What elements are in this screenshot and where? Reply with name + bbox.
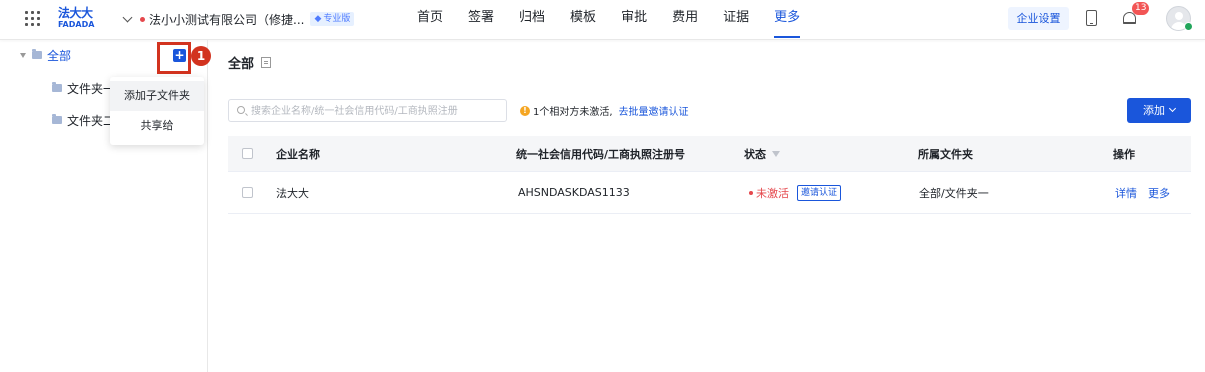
top-navigation-bar: 法大大 FADADA 法小小测试有限公司（修捷... ◆ 专业版 首页 签署 归… (0, 0, 1205, 40)
batch-invite-link[interactable]: 去批量邀请认证 (619, 103, 689, 118)
menu-item-share[interactable]: 共享给 (110, 111, 204, 141)
tree-item-root[interactable]: 全部 (20, 45, 71, 65)
annotation-highlight-box (157, 42, 191, 74)
tree-item-label: 文件夹一 (67, 81, 116, 96)
table-header: 企业名称 统一社会信用代码/工商执照注册号 状态 所属文件夹 操作 (228, 136, 1191, 172)
select-all-checkbox[interactable] (242, 148, 253, 159)
credit-code-cell: AHSNDASKDAS1133 (518, 186, 630, 199)
actions-cell: 详情 更多 (1115, 172, 1181, 213)
column-header-name: 企业名称 (276, 147, 320, 161)
nav-evidence[interactable]: 证据 (723, 0, 749, 40)
expand-triangle-icon[interactable] (20, 52, 26, 58)
folder-icon (52, 82, 62, 92)
search-box (228, 99, 507, 122)
more-link[interactable]: 更多 (1148, 185, 1170, 201)
company-name: 法小小测试有限公司（修捷... (149, 12, 305, 27)
enterprise-settings-button[interactable]: 企业设置 (1008, 7, 1069, 30)
logo-text-en: FADADA (58, 20, 95, 29)
chevron-down-icon (122, 12, 133, 22)
column-header-folder: 所属文件夹 (918, 147, 973, 161)
add-button[interactable]: 添加 (1127, 98, 1191, 123)
column-header-code: 统一社会信用代码/工商执照注册号 (516, 147, 686, 161)
folder-icon (32, 49, 42, 59)
column-header-status: 状态 (744, 136, 780, 171)
menu-item-add-subfolder[interactable]: 添加子文件夹 (110, 81, 204, 111)
notice-text: 1个相对方未激活, (533, 107, 613, 118)
status-cell: 未激活 邀请认证 (749, 172, 842, 213)
invite-verify-button[interactable]: 邀请认证 (797, 184, 842, 201)
search-input[interactable] (251, 103, 501, 119)
mobile-phone-icon[interactable] (1086, 10, 1097, 26)
notification-count-badge: 13 (1132, 2, 1150, 15)
folder-action-menu: 添加子文件夹 共享给 (110, 77, 204, 145)
folder-icon (52, 114, 62, 124)
status-badge: 未激活 (749, 185, 789, 201)
filter-icon[interactable] (772, 150, 780, 157)
company-switcher[interactable]: 法小小测试有限公司（修捷... ◆ 专业版 (122, 11, 355, 27)
status-dot (140, 16, 145, 22)
column-header-actions: 操作 (1113, 147, 1135, 161)
status-dot (749, 190, 753, 195)
page-title-row: 全部 (228, 53, 272, 72)
main-nav: 首页 签署 归档 模板 审批 费用 证据 更多 (417, 0, 825, 40)
tree-item-label: 全部 (47, 48, 72, 63)
column-header-status-label: 状态 (744, 147, 766, 161)
notifications-button[interactable]: 13 (1121, 2, 1150, 28)
nav-approval[interactable]: 审批 (621, 0, 647, 40)
verified-check-icon (1184, 22, 1193, 31)
nav-sign[interactable]: 签署 (468, 0, 494, 40)
chevron-down-icon (1168, 104, 1177, 113)
folder-cell: 全部/文件夹一 (919, 186, 989, 200)
nav-archive[interactable]: 归档 (519, 0, 545, 40)
nav-fees[interactable]: 费用 (672, 0, 698, 40)
tree-item-label: 文件夹二 (67, 113, 116, 128)
company-name-cell: 法大大 (276, 186, 309, 200)
diamond-icon: ◆ (314, 14, 322, 24)
table-row: 法大大 AHSNDASKDAS1133 未激活 邀请认证 全部/文件夹一 详情 … (228, 172, 1191, 214)
nav-template[interactable]: 模板 (570, 0, 596, 40)
logo-text-cn: 法大大 (58, 6, 93, 20)
search-icon (237, 106, 245, 114)
fadada-logo[interactable]: 法大大 FADADA (58, 7, 98, 33)
tree-item-folder-2[interactable]: 文件夹二 (52, 110, 115, 130)
inactive-notice: ! 1个相对方未激活, 去批量邀请认证 (520, 103, 689, 118)
details-link[interactable]: 详情 (1115, 185, 1137, 201)
row-checkbox[interactable] (242, 187, 253, 198)
plan-badge-label: 专业版 (323, 14, 351, 24)
select-all-cell (242, 136, 253, 171)
tree-item-folder-1[interactable]: 文件夹一 (52, 78, 115, 98)
status-label: 未激活 (756, 186, 789, 200)
apps-grid-icon[interactable] (25, 11, 40, 26)
warning-icon: ! (520, 105, 530, 116)
row-select-cell (242, 172, 253, 213)
plan-badge: ◆ 专业版 (310, 12, 355, 26)
page-title: 全部 (228, 57, 255, 72)
nav-more[interactable]: 更多 (774, 0, 801, 40)
annotation-step-number: 1 (191, 46, 211, 66)
nav-home[interactable]: 首页 (417, 0, 443, 40)
document-icon[interactable] (261, 57, 272, 68)
add-button-label: 添加 (1143, 104, 1165, 117)
